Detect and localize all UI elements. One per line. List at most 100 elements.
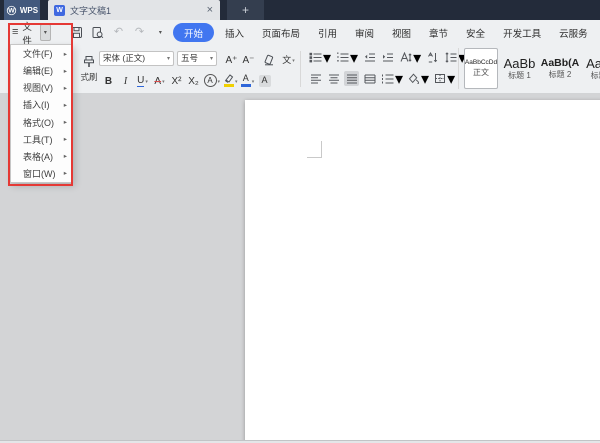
line-spacing-icon xyxy=(445,52,457,63)
align-left-button[interactable] xyxy=(308,71,323,86)
text-tool-icon xyxy=(400,52,412,62)
tab-cloud-service[interactable]: 云服务 xyxy=(550,26,597,40)
borders-button[interactable]: ▾ xyxy=(433,71,456,88)
chevron-down-icon: ▾ xyxy=(421,70,430,88)
style-name: 标题 3 xyxy=(590,71,600,80)
menu-item-format[interactable]: 格式(O) ▸ xyxy=(11,114,72,131)
file-menu-button[interactable]: ≡ 文件 ▾ xyxy=(12,19,51,47)
menu-item-insert[interactable]: 插入(I) ▸ xyxy=(11,96,72,113)
redo-button[interactable]: ↷ xyxy=(132,25,147,41)
distribute-button[interactable] xyxy=(362,71,377,86)
chevron-down-icon: ▾ xyxy=(235,78,238,85)
chevron-down-icon: ▾ xyxy=(350,49,359,67)
font-size-value: 五号 xyxy=(181,53,199,63)
file-menu-caret[interactable]: ▾ xyxy=(39,24,51,41)
wps-home-button[interactable]: W WPS xyxy=(4,0,40,20)
submenu-arrow-icon: ▸ xyxy=(63,84,67,92)
justify-button[interactable] xyxy=(344,71,359,86)
tab-view[interactable]: 视图 xyxy=(383,26,420,40)
style-preview: AaBb xyxy=(503,56,536,71)
enclose-character-button[interactable]: A ▾ xyxy=(202,71,222,87)
numbering-button[interactable]: ▾ xyxy=(335,49,359,67)
font-color-button[interactable]: A ▾ xyxy=(239,71,256,87)
style-heading-2[interactable]: AaBb(A 标题 2 xyxy=(540,48,580,89)
decrease-indent-button[interactable] xyxy=(362,50,377,65)
bullets-button[interactable]: ▾ xyxy=(308,50,332,67)
superscript-button[interactable]: X² xyxy=(168,71,185,87)
grow-font-button[interactable]: A⁺ xyxy=(223,50,240,66)
text-tool-button[interactable]: ▾ xyxy=(398,50,422,67)
submenu-arrow-icon: ▸ xyxy=(63,153,67,161)
phonetic-guide-icon: 文 xyxy=(282,55,292,66)
decrease-indent-icon xyxy=(364,53,375,62)
font-color-icon: A xyxy=(240,74,251,87)
clear-format-button[interactable] xyxy=(260,50,277,66)
menubar: ≡ 文件 ▾ ↶ ↷ ▾ 开始 插入 页面布局 引用 审阅 视图 章节 安全 开… xyxy=(0,19,600,47)
document-tab-title: 文字文稿1 xyxy=(70,5,112,16)
style-preview: AaBb xyxy=(586,56,600,71)
style-name: 标题 2 xyxy=(548,69,572,79)
tab-section[interactable]: 章节 xyxy=(420,26,457,40)
strikethrough-glyph: A xyxy=(154,76,162,87)
sort-button[interactable] xyxy=(425,50,440,65)
font-name-select[interactable]: 宋体 (正文) ▾ xyxy=(99,50,174,66)
menu-item-file[interactable]: 文件(F) ▸ xyxy=(11,45,72,62)
line-numbers-button[interactable]: ▾ xyxy=(380,70,404,88)
increase-indent-button[interactable] xyxy=(380,50,395,65)
tab-review[interactable]: 审阅 xyxy=(346,26,383,40)
tab-dev-tools[interactable]: 开发工具 xyxy=(494,26,550,40)
document-canvas xyxy=(0,94,600,443)
tab-home[interactable]: 开始 xyxy=(172,23,214,42)
style-heading-1[interactable]: AaBb 标题 1 xyxy=(500,48,539,89)
submenu-arrow-icon: ▸ xyxy=(63,119,67,127)
close-tab-icon[interactable]: × xyxy=(206,4,214,16)
chevron-down-icon: ▾ xyxy=(395,70,404,88)
character-shading-icon: A xyxy=(258,75,271,87)
font-row: 宋体 (正文) ▾ 五号 ▾ A⁺ A⁻ 文 ▾ xyxy=(99,50,297,66)
chevron-down-icon: ▾ xyxy=(217,78,221,85)
chevron-down-icon: ▾ xyxy=(162,78,165,85)
shading-button[interactable]: ▾ xyxy=(407,70,430,88)
document-tab[interactable]: W 文字文稿1 × xyxy=(48,0,220,20)
print-preview-button[interactable] xyxy=(90,25,105,41)
style-normal[interactable]: AaBbCcDd 正文 xyxy=(464,48,498,89)
font-size-select[interactable]: 五号 ▾ xyxy=(177,50,217,66)
shrink-font-button[interactable]: A⁻ xyxy=(240,50,257,66)
titlebar: W WPS W 文字文稿1 × + xyxy=(0,0,600,20)
highlight-button[interactable]: ▾ xyxy=(222,71,240,87)
customize-quickbar-button[interactable]: ▾ xyxy=(153,25,168,41)
new-tab-button[interactable]: + xyxy=(227,0,264,20)
align-left-icon xyxy=(310,74,321,83)
subscript-button[interactable]: X₂ xyxy=(185,71,202,87)
tab-page-layout[interactable]: 页面布局 xyxy=(253,26,309,40)
menu-item-label: 插入(I) xyxy=(23,100,50,111)
italic-button[interactable]: I xyxy=(117,71,134,87)
phonetic-guide-button[interactable]: 文 ▾ xyxy=(280,50,297,66)
underline-button[interactable]: U ▾ xyxy=(134,71,151,87)
menu-item-table[interactable]: 表格(A) ▸ xyxy=(11,148,72,165)
save-button[interactable] xyxy=(69,25,84,41)
menu-item-view[interactable]: 视图(V) ▸ xyxy=(11,79,72,96)
menu-item-tools[interactable]: 工具(T) ▸ xyxy=(11,131,72,148)
align-center-button[interactable] xyxy=(326,71,341,86)
tab-doc-assistant[interactable]: 文档助手 xyxy=(597,26,600,40)
wps-writer-window: W WPS W 文字文稿1 × + ≡ 文件 ▾ ↶ ↷ ▾ 开始 插入 页面布… xyxy=(0,0,600,443)
style-heading-3[interactable]: AaBb 标题 3 xyxy=(581,48,600,89)
ribbon-tabs: 开始 插入 页面布局 引用 审阅 视图 章节 安全 开发工具 云服务 文档助手 xyxy=(172,23,600,42)
enclose-character-icon: A xyxy=(203,74,217,87)
style-preview: AaBb(A xyxy=(540,57,580,70)
bold-button[interactable]: B xyxy=(100,71,117,87)
menu-item-edit[interactable]: 编辑(E) ▸ xyxy=(11,62,72,79)
strikethrough-button[interactable]: A ▾ xyxy=(151,71,168,87)
menu-item-window[interactable]: 窗口(W) ▸ xyxy=(11,165,72,182)
document-page[interactable] xyxy=(245,100,600,443)
tab-insert[interactable]: 插入 xyxy=(216,26,253,40)
format-painter-label: 式刷 xyxy=(80,72,98,82)
document-file-icon: W xyxy=(54,4,65,16)
undo-button[interactable]: ↶ xyxy=(111,25,126,41)
highlight-icon xyxy=(223,74,234,87)
bullets-icon xyxy=(309,52,322,63)
tab-security[interactable]: 安全 xyxy=(457,26,494,40)
character-shading-button[interactable]: A xyxy=(256,71,273,87)
tab-references[interactable]: 引用 xyxy=(309,26,346,40)
